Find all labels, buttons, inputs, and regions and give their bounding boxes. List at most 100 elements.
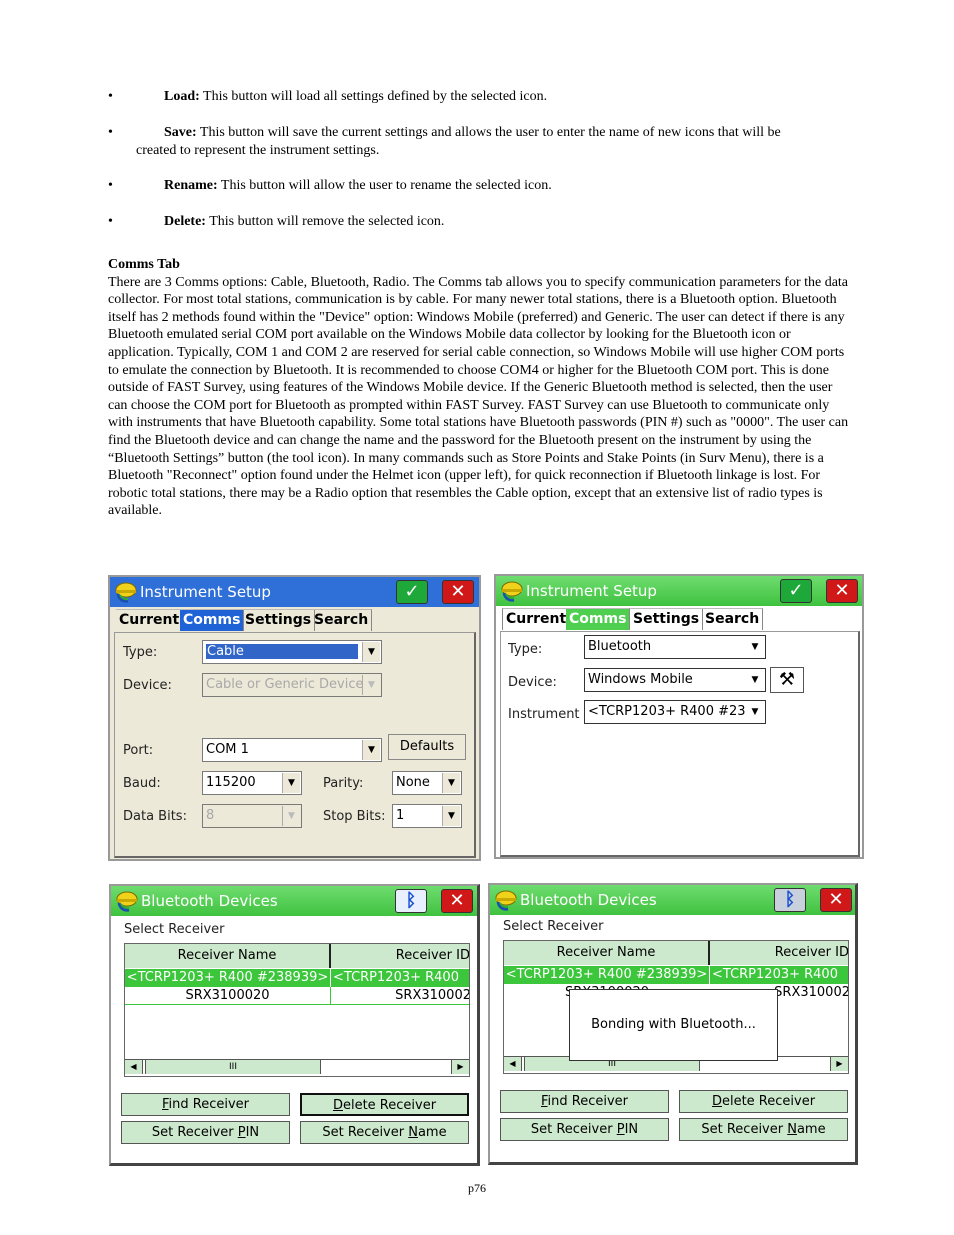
button-mnemonic: N	[408, 1125, 418, 1140]
column-header-receiver-name[interactable]: Receiver Name	[125, 944, 331, 968]
device-value: Windows Mobile	[588, 672, 693, 687]
title-bar: Bluetooth Devices ᛒ ✕	[490, 885, 855, 915]
tab-search[interactable]: Search	[702, 608, 764, 630]
tab-settings[interactable]: Settings	[630, 608, 704, 630]
find-receiver-button[interactable]: Find Receiver	[121, 1093, 290, 1116]
window-title: Bluetooth Devices	[520, 891, 657, 909]
port-select[interactable]: COM 1 ▼	[202, 738, 382, 762]
device-label: Device:	[508, 675, 557, 690]
parity-select[interactable]: None ▼	[392, 771, 462, 795]
button-label-prefix: Set Receiver	[701, 1122, 788, 1137]
instrument-select[interactable]: <TCRP1203+ R400 #238 ▼	[584, 700, 766, 724]
column-header-receiver-id[interactable]: Receiver ID	[710, 941, 848, 965]
tab-settings[interactable]: Settings	[242, 609, 316, 631]
button-label-suffix: ame	[417, 1125, 447, 1140]
button-label-suffix: ind Receiver	[168, 1097, 250, 1112]
databits-select[interactable]: 8 ▼	[202, 804, 302, 828]
bullet-term: Rename:	[164, 178, 218, 193]
databits-value: 8	[206, 808, 215, 823]
type-select[interactable]: Bluetooth ▼	[584, 635, 766, 659]
table-row[interactable]: SRX3100020 SRX310002	[125, 987, 469, 1005]
horizontal-scrollbar[interactable]: ◀ III ▶	[125, 1059, 469, 1075]
ok-button[interactable]: ✓	[780, 579, 812, 603]
chevron-down-icon: ▼	[362, 740, 380, 760]
set-receiver-pin-button[interactable]: Set Receiver PIN	[500, 1118, 669, 1141]
helmet-icon[interactable]	[115, 890, 139, 912]
bullet-text: This button will allow the user to renam…	[217, 178, 552, 193]
chevron-down-icon: ▼	[282, 806, 300, 826]
device-select[interactable]: Cable or Generic Device ▼	[202, 673, 382, 697]
cell-receiver-name: <TCRP1203+ R400 #238939>	[504, 966, 710, 984]
screenshot-bluetooth-devices: Bluetooth Devices ᛒ ✕ Select Receiver Re…	[109, 884, 480, 1166]
bullet-text-continued: created to represent the instrument sett…	[136, 142, 380, 158]
scroll-right-icon[interactable]: ▶	[451, 1060, 469, 1074]
screenshot-bluetooth-bonding: Bluetooth Devices ᛒ ✕ Select Receiver Re…	[488, 883, 858, 1165]
find-receiver-button[interactable]: Find Receiver	[500, 1090, 669, 1113]
type-value: Bluetooth	[588, 639, 652, 654]
tools-icon: ⚒	[778, 669, 796, 690]
scroll-left-icon[interactable]: ◀	[125, 1060, 143, 1074]
bluetooth-button[interactable]: ᛒ	[395, 889, 427, 913]
button-label-prefix: Set Receiver	[322, 1125, 409, 1140]
type-select[interactable]: Cable ▼	[202, 640, 382, 664]
delete-receiver-button[interactable]: Delete Receiver	[300, 1093, 469, 1116]
close-button[interactable]: ✕	[442, 580, 474, 604]
set-receiver-name-button[interactable]: Set Receiver Name	[679, 1118, 848, 1141]
cell-receiver-name: <TCRP1203+ R400 #238939>	[125, 969, 331, 987]
scroll-right-icon[interactable]: ▶	[830, 1057, 848, 1071]
button-mnemonic: P	[237, 1125, 246, 1140]
screenshot-instrument-setup-bluetooth: Instrument Setup ✓ ✕ Current Comms Setti…	[494, 574, 864, 859]
button-label-suffix: IN	[624, 1122, 639, 1137]
scroll-left-icon[interactable]: ◀	[504, 1057, 522, 1071]
scroll-thumb[interactable]: III	[145, 1060, 321, 1074]
cell-receiver-id: <TCRP1203+ R400	[712, 967, 838, 982]
check-icon: ✓	[404, 581, 420, 602]
button-label-suffix: ind Receiver	[547, 1094, 629, 1109]
set-receiver-pin-button[interactable]: Set Receiver PIN	[121, 1121, 290, 1144]
button-label-suffix: IN	[245, 1125, 260, 1140]
bullet-delete: • Delete: This button will remove the se…	[108, 213, 848, 231]
bluetooth-button[interactable]: ᛒ	[774, 888, 806, 912]
close-button[interactable]: ✕	[820, 888, 852, 912]
close-button[interactable]: ✕	[441, 889, 473, 913]
title-bar: Instrument Setup ✓ ✕	[110, 577, 479, 607]
bullet-term: Load:	[164, 89, 200, 104]
bluetooth-settings-button[interactable]: ⚒	[770, 667, 804, 693]
chevron-down-icon: ▼	[746, 637, 764, 657]
baud-select[interactable]: 115200 ▼	[202, 771, 302, 795]
delete-receiver-button[interactable]: Delete Receiver	[679, 1090, 848, 1113]
tab-current[interactable]: Current	[116, 609, 184, 631]
ok-button[interactable]: ✓	[396, 580, 428, 604]
section-heading: Comms Tab	[108, 257, 180, 272]
baud-value: 115200	[206, 775, 256, 790]
bullet-load: • Load: This button will load all settin…	[108, 88, 848, 106]
set-receiver-name-button[interactable]: Set Receiver Name	[300, 1121, 469, 1144]
tab-search[interactable]: Search	[311, 609, 373, 631]
chevron-down-icon: ▼	[362, 675, 380, 695]
chevron-down-icon: ▼	[746, 670, 764, 690]
helmet-icon[interactable]	[500, 580, 524, 602]
chevron-down-icon: ▼	[362, 642, 380, 662]
bullet-glyph: •	[108, 214, 113, 229]
bluetooth-icon: ᛒ	[405, 890, 417, 911]
close-icon: ✕	[449, 890, 465, 911]
instrument-value: <TCRP1203+ R400 #238	[588, 704, 754, 719]
column-header-receiver-name[interactable]: Receiver Name	[504, 941, 710, 965]
stopbits-select[interactable]: 1 ▼	[392, 804, 462, 828]
tab-comms[interactable]: Comms	[180, 609, 245, 631]
type-label: Type:	[123, 645, 158, 660]
receiver-table: Receiver Name Receiver ID <TCRP1203+ R40…	[124, 943, 470, 1077]
tab-current[interactable]: Current	[502, 608, 571, 630]
select-receiver-label: Select Receiver	[503, 919, 604, 934]
helmet-icon[interactable]	[114, 581, 138, 603]
chevron-down-icon: ▼	[282, 773, 300, 793]
device-select[interactable]: Windows Mobile ▼	[584, 668, 766, 692]
tab-comms[interactable]: Comms	[566, 608, 631, 630]
column-header-receiver-id[interactable]: Receiver ID	[331, 944, 469, 968]
table-row[interactable]: <TCRP1203+ R400 #238939> <TCRP1203+ R400	[504, 966, 848, 984]
helmet-icon[interactable]	[494, 889, 518, 911]
defaults-button[interactable]: Defaults	[388, 734, 466, 760]
table-row[interactable]: <TCRP1203+ R400 #238939> <TCRP1203+ R400	[125, 969, 469, 987]
close-button[interactable]: ✕	[826, 579, 858, 603]
cell-receiver-name: SRX3100020	[125, 987, 331, 1004]
